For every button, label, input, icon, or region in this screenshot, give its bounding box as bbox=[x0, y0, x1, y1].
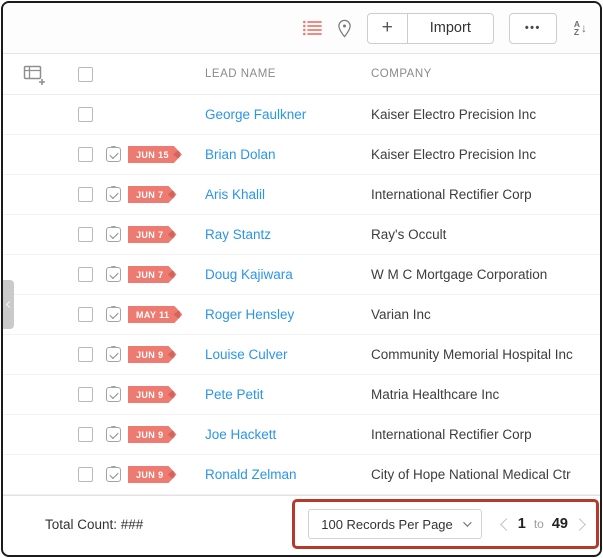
footer-bar: Total Count: ### 100 Records Per Page 1 … bbox=[3, 495, 600, 552]
more-actions-button[interactable]: ••• bbox=[508, 12, 557, 44]
previous-page-icon[interactable] bbox=[499, 517, 513, 531]
lead-name-link[interactable]: Ray Stantz bbox=[205, 227, 371, 242]
due-date-badge[interactable]: JUN 9 bbox=[128, 466, 177, 483]
table-row: JUN 9 Ronald Zelman City of Hope Nationa… bbox=[3, 455, 600, 495]
table-row: JUN 9 Joe Hackett International Rectifie… bbox=[3, 415, 600, 455]
lead-name-link[interactable]: Aris Khalil bbox=[205, 187, 371, 202]
add-record-button[interactable]: + bbox=[368, 13, 408, 43]
sort-arrow-icon: ↓ bbox=[581, 21, 587, 35]
task-check-icon[interactable] bbox=[106, 186, 121, 202]
company-cell: International Rectifier Corp bbox=[371, 427, 532, 442]
due-date-badge[interactable]: JUN 7 bbox=[128, 186, 177, 203]
company-cell: City of Hope National Medical Ctr bbox=[371, 467, 571, 482]
annotation-highlight-box: 100 Records Per Page 1 to 49 bbox=[292, 499, 599, 549]
next-page-icon[interactable] bbox=[573, 517, 586, 531]
table-row: JUN 7 Doug Kajiwara W M C Mortgage Corpo… bbox=[3, 255, 600, 295]
records-per-page-dropdown[interactable]: 100 Records Per Page bbox=[308, 509, 482, 539]
select-all-checkbox[interactable] bbox=[78, 66, 93, 82]
task-check-icon[interactable] bbox=[106, 226, 121, 242]
page-range-to-label: to bbox=[533, 517, 544, 531]
task-check-icon[interactable] bbox=[106, 466, 121, 482]
due-date-badge[interactable]: JUN 9 bbox=[128, 346, 177, 363]
import-button[interactable]: Import bbox=[408, 14, 493, 43]
row-checkbox[interactable] bbox=[78, 307, 93, 322]
create-import-button-group: + Import bbox=[366, 12, 494, 44]
total-count-label: Total Count: ### bbox=[45, 516, 144, 532]
lead-list: George Faulkner Kaiser Electro Precision… bbox=[3, 95, 600, 495]
sort-az-icon[interactable]: A Z ↓ bbox=[573, 20, 587, 37]
company-cell: Matria Healthcare Inc bbox=[371, 387, 500, 402]
page-range-end: 49 bbox=[551, 516, 568, 532]
add-column-icon[interactable] bbox=[23, 64, 78, 85]
sidebar-collapse-handle[interactable] bbox=[3, 280, 14, 329]
company-cell: W M C Mortgage Corporation bbox=[371, 267, 548, 282]
page-range-start: 1 bbox=[517, 516, 526, 532]
table-header: LEAD NAME COMPANY bbox=[3, 54, 600, 95]
row-checkbox[interactable] bbox=[78, 347, 93, 362]
lead-name-link[interactable]: George Faulkner bbox=[205, 107, 371, 122]
row-checkbox[interactable] bbox=[78, 187, 93, 202]
due-date-badge[interactable]: JUN 15 bbox=[128, 146, 182, 163]
task-check-icon[interactable] bbox=[106, 146, 121, 162]
due-date-badge[interactable]: JUN 7 bbox=[128, 266, 177, 283]
due-date-badge[interactable]: JUN 7 bbox=[128, 226, 177, 243]
task-check-icon[interactable] bbox=[106, 386, 121, 402]
table-row: JUN 9 Louise Culver Community Memorial H… bbox=[3, 335, 600, 375]
lead-name-link[interactable]: Pete Petit bbox=[205, 387, 371, 402]
task-check-icon[interactable] bbox=[106, 346, 121, 362]
app-window: + Import ••• A Z ↓ LEAD NAME COMPANY Geo… bbox=[1, 1, 602, 557]
map-pin-icon[interactable] bbox=[337, 19, 352, 38]
company-cell: Kaiser Electro Precision Inc bbox=[371, 147, 537, 162]
company-cell: Varian Inc bbox=[371, 307, 431, 322]
row-checkbox[interactable] bbox=[78, 267, 93, 282]
chevron-down-icon bbox=[462, 518, 472, 527]
row-checkbox[interactable] bbox=[78, 387, 93, 402]
records-per-page-value: 100 Records Per Page bbox=[321, 516, 453, 532]
company-cell: Ray's Occult bbox=[371, 227, 447, 242]
company-cell: International Rectifier Corp bbox=[371, 187, 532, 202]
pagination: 1 to 49 bbox=[499, 516, 586, 532]
row-checkbox[interactable] bbox=[78, 147, 93, 162]
toolbar: + Import ••• A Z ↓ bbox=[3, 3, 600, 54]
chevron-left-icon bbox=[5, 300, 14, 309]
row-checkbox[interactable] bbox=[78, 467, 93, 482]
lead-name-link[interactable]: Ronald Zelman bbox=[205, 467, 371, 482]
table-row: JUN 7 Aris Khalil International Rectifie… bbox=[3, 175, 600, 215]
due-date-badge[interactable]: JUN 9 bbox=[128, 426, 177, 443]
lead-name-link[interactable]: Louise Culver bbox=[205, 347, 371, 362]
table-row: JUN 15 Brian Dolan Kaiser Electro Precis… bbox=[3, 135, 600, 175]
row-checkbox[interactable] bbox=[78, 427, 93, 442]
table-row: JUN 7 Ray Stantz Ray's Occult bbox=[3, 215, 600, 255]
sort-letter-z: Z bbox=[573, 27, 580, 37]
row-checkbox[interactable] bbox=[78, 227, 93, 242]
due-date-badge[interactable]: JUN 9 bbox=[128, 386, 177, 403]
table-row: MAY 11 Roger Hensley Varian Inc bbox=[3, 295, 600, 335]
lead-name-link[interactable]: Brian Dolan bbox=[205, 147, 371, 162]
task-check-icon[interactable] bbox=[106, 426, 121, 442]
due-date-badge[interactable]: MAY 11 bbox=[128, 306, 182, 323]
lead-name-link[interactable]: Doug Kajiwara bbox=[205, 267, 371, 282]
lead-name-link[interactable]: Joe Hackett bbox=[205, 427, 371, 442]
table-row: George Faulkner Kaiser Electro Precision… bbox=[3, 95, 600, 135]
task-check-icon[interactable] bbox=[106, 266, 121, 282]
row-checkbox[interactable] bbox=[78, 107, 93, 122]
column-header-lead-name[interactable]: LEAD NAME bbox=[205, 68, 371, 80]
lead-name-link[interactable]: Roger Hensley bbox=[205, 307, 371, 322]
task-check-icon[interactable] bbox=[106, 306, 121, 322]
list-view-icon[interactable] bbox=[302, 20, 322, 36]
company-cell: Community Memorial Hospital Inc bbox=[371, 347, 573, 362]
company-cell: Kaiser Electro Precision Inc bbox=[371, 107, 537, 122]
column-header-company[interactable]: COMPANY bbox=[371, 68, 600, 80]
table-row: JUN 9 Pete Petit Matria Healthcare Inc bbox=[3, 375, 600, 415]
